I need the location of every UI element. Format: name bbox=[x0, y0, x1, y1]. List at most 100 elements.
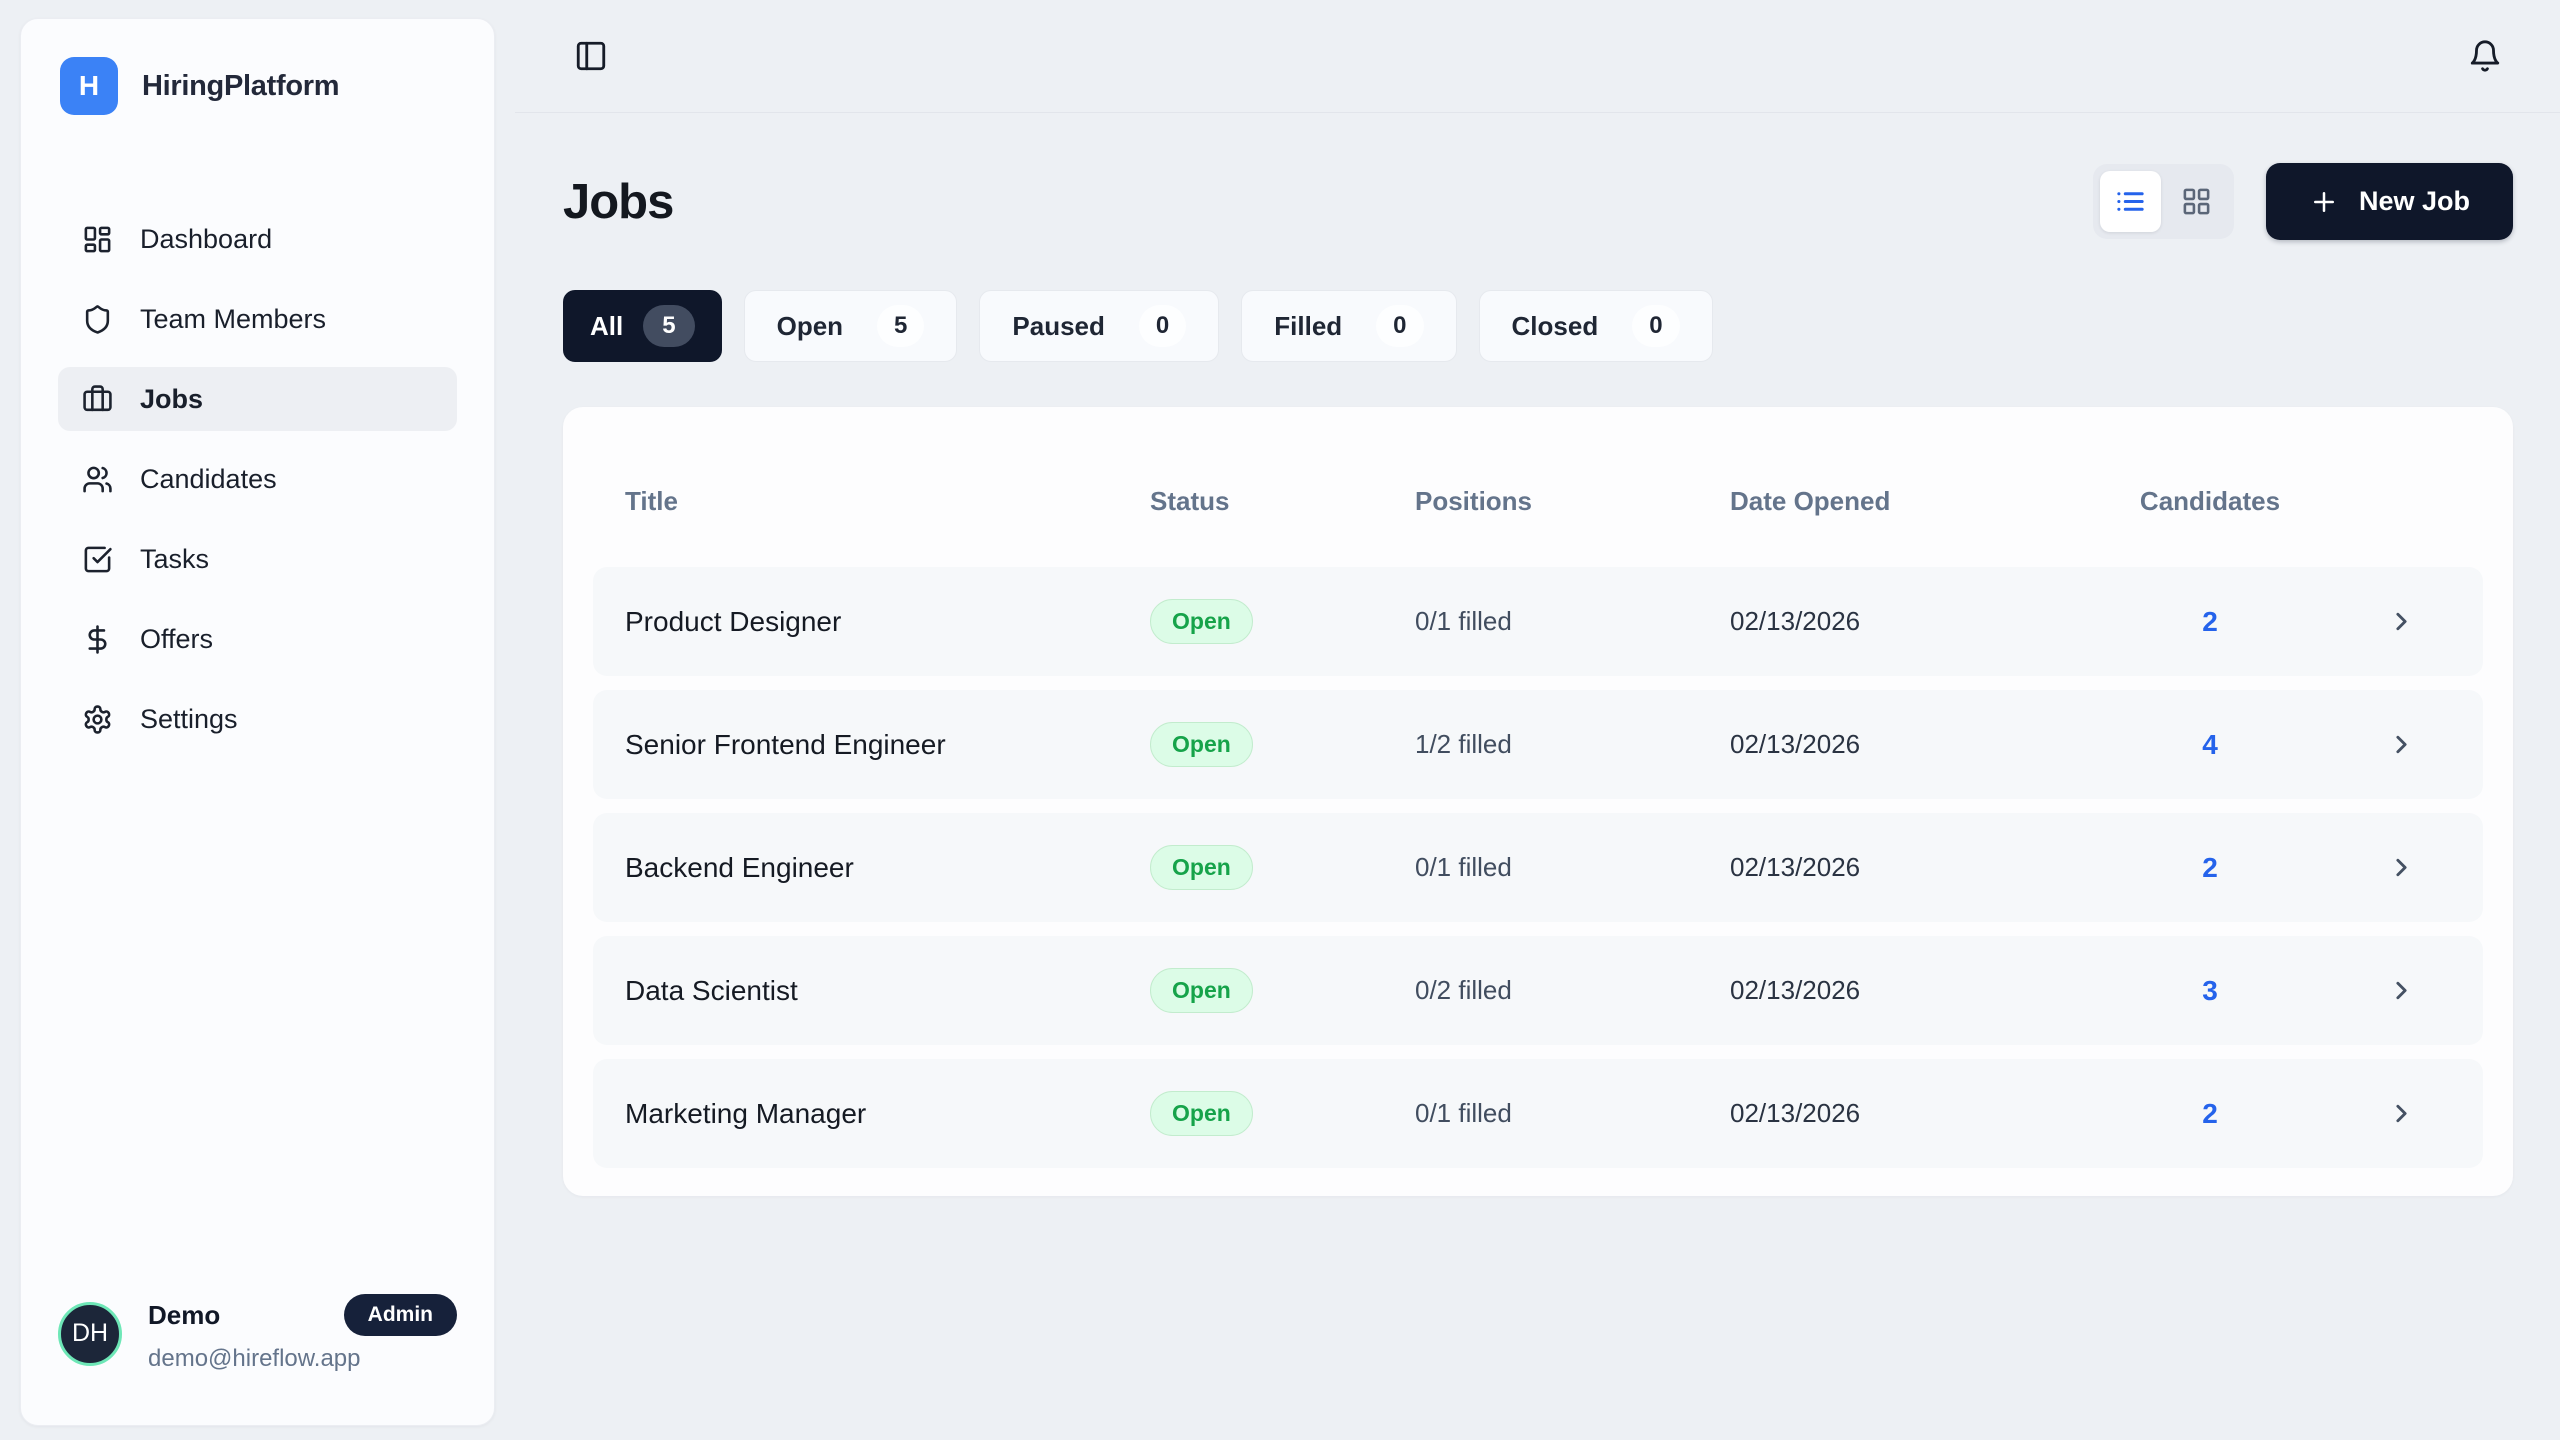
sidebar-item-dashboard[interactable]: Dashboard bbox=[58, 207, 457, 271]
column-header-date-opened: Date Opened bbox=[1720, 486, 2100, 517]
sidebar: H HiringPlatform Dashboard Team Members … bbox=[20, 18, 495, 1426]
job-title: Marketing Manager bbox=[593, 1098, 1130, 1130]
chevron-right-icon[interactable] bbox=[2387, 853, 2416, 882]
content: Jobs bbox=[515, 163, 2560, 1196]
filter-tab-label: All bbox=[590, 311, 623, 342]
new-job-label: New Job bbox=[2359, 186, 2470, 217]
filter-tab-label: Closed bbox=[1512, 311, 1599, 342]
filter-tab-count: 0 bbox=[1376, 305, 1423, 347]
new-job-button[interactable]: New Job bbox=[2266, 163, 2513, 240]
table-row[interactable]: Senior Frontend Engineer Open 1/2 filled… bbox=[593, 690, 2483, 799]
app-name: HiringPlatform bbox=[142, 70, 339, 103]
column-header-candidates: Candidates bbox=[2100, 486, 2320, 517]
role-badge: Admin bbox=[344, 1294, 457, 1336]
job-positions: 1/2 filled bbox=[1400, 729, 1720, 760]
job-positions: 0/1 filled bbox=[1400, 1098, 1720, 1129]
app-logo-letter: H bbox=[79, 70, 99, 102]
grid-view-button[interactable] bbox=[2166, 171, 2227, 232]
filter-tab-count: 5 bbox=[643, 305, 694, 347]
job-candidates-count[interactable]: 2 bbox=[2100, 1098, 2320, 1130]
sidebar-toggle-button[interactable] bbox=[574, 36, 614, 76]
job-candidates-count[interactable]: 4 bbox=[2100, 729, 2320, 761]
app-logo: H bbox=[60, 57, 118, 115]
page-title: Jobs bbox=[563, 174, 673, 230]
table-row[interactable]: Data Scientist Open 0/2 filled 02/13/202… bbox=[593, 936, 2483, 1045]
status-badge: Open bbox=[1150, 722, 1253, 767]
column-header-title: Title bbox=[593, 486, 1130, 517]
sidebar-item-label: Candidates bbox=[140, 464, 277, 495]
user-box[interactable]: DH Demo Admin demo@hireflow.app bbox=[58, 1294, 457, 1373]
avatar-initials: DH bbox=[72, 1319, 108, 1348]
sidebar-item-jobs[interactable]: Jobs bbox=[58, 367, 457, 431]
status-badge: Open bbox=[1150, 1091, 1253, 1136]
sidebar-item-team-members[interactable]: Team Members bbox=[58, 287, 457, 351]
job-positions: 0/1 filled bbox=[1400, 606, 1720, 637]
sidebar-item-label: Team Members bbox=[140, 304, 326, 335]
table-header-row: Title Status Positions Date Opened Candi… bbox=[593, 435, 2483, 567]
grid-icon bbox=[2181, 186, 2212, 217]
user-email: demo@hireflow.app bbox=[148, 1345, 457, 1373]
filter-tab-count: 5 bbox=[877, 305, 924, 347]
job-candidates-count[interactable]: 2 bbox=[2100, 606, 2320, 638]
dollar-icon bbox=[82, 624, 113, 655]
filter-tab-count: 0 bbox=[1632, 305, 1679, 347]
chevron-right-icon[interactable] bbox=[2387, 1099, 2416, 1128]
table-body: Product Designer Open 0/1 filled 02/13/2… bbox=[593, 567, 2483, 1168]
table-row[interactable]: Backend Engineer Open 0/1 filled 02/13/2… bbox=[593, 813, 2483, 922]
sidebar-item-offers[interactable]: Offers bbox=[58, 607, 457, 671]
user-meta: Demo Admin demo@hireflow.app bbox=[148, 1294, 457, 1373]
table-row[interactable]: Marketing Manager Open 0/1 filled 02/13/… bbox=[593, 1059, 2483, 1168]
filter-tab-label: Paused bbox=[1012, 311, 1105, 342]
filter-tab-filled[interactable]: Filled 0 bbox=[1241, 290, 1456, 362]
dashboard-icon bbox=[82, 224, 113, 255]
list-view-button[interactable] bbox=[2100, 171, 2161, 232]
job-positions: 0/1 filled bbox=[1400, 852, 1720, 883]
filter-tab-label: Open bbox=[777, 311, 843, 342]
sidebar-item-tasks[interactable]: Tasks bbox=[58, 527, 457, 591]
job-positions: 0/2 filled bbox=[1400, 975, 1720, 1006]
notifications-button[interactable] bbox=[2468, 36, 2508, 76]
filter-tab-count: 0 bbox=[1139, 305, 1186, 347]
filter-tab-open[interactable]: Open 5 bbox=[744, 290, 958, 362]
sidebar-item-label: Tasks bbox=[140, 544, 209, 575]
job-date-opened: 02/13/2026 bbox=[1720, 975, 2100, 1006]
view-toggle bbox=[2093, 164, 2234, 239]
users-icon bbox=[82, 464, 113, 495]
sidebar-item-label: Offers bbox=[140, 624, 213, 655]
column-header-status: Status bbox=[1130, 486, 1400, 517]
chevron-right-icon[interactable] bbox=[2387, 976, 2416, 1005]
plus-icon bbox=[2309, 187, 2339, 217]
sidebar-item-settings[interactable]: Settings bbox=[58, 687, 457, 751]
table-row[interactable]: Product Designer Open 0/1 filled 02/13/2… bbox=[593, 567, 2483, 676]
filter-tabs: All 5 Open 5 Paused 0 Filled 0 Closed 0 bbox=[563, 290, 2513, 362]
sidebar-item-candidates[interactable]: Candidates bbox=[58, 447, 457, 511]
filter-tab-paused[interactable]: Paused 0 bbox=[979, 290, 1219, 362]
panel-left-icon bbox=[574, 39, 614, 73]
filter-tab-all[interactable]: All 5 bbox=[563, 290, 722, 362]
jobs-table-card: Title Status Positions Date Opened Candi… bbox=[563, 407, 2513, 1196]
filter-tab-closed[interactable]: Closed 0 bbox=[1479, 290, 1713, 362]
job-candidates-count[interactable]: 3 bbox=[2100, 975, 2320, 1007]
status-badge: Open bbox=[1150, 599, 1253, 644]
check-square-icon bbox=[82, 544, 113, 575]
chevron-right-icon[interactable] bbox=[2387, 730, 2416, 759]
job-title: Senior Frontend Engineer bbox=[593, 729, 1130, 761]
list-icon bbox=[2115, 186, 2146, 217]
avatar: DH bbox=[58, 1302, 122, 1366]
main-area: Jobs bbox=[515, 0, 2560, 1440]
job-title: Backend Engineer bbox=[593, 852, 1130, 884]
job-date-opened: 02/13/2026 bbox=[1720, 606, 2100, 637]
chevron-right-icon[interactable] bbox=[2387, 607, 2416, 636]
job-date-opened: 02/13/2026 bbox=[1720, 729, 2100, 760]
sidebar-item-label: Jobs bbox=[140, 384, 203, 415]
job-title: Product Designer bbox=[593, 606, 1130, 638]
sidebar-item-label: Settings bbox=[140, 704, 238, 735]
user-name: Demo bbox=[148, 1300, 220, 1331]
job-candidates-count[interactable]: 2 bbox=[2100, 852, 2320, 884]
status-badge: Open bbox=[1150, 968, 1253, 1013]
sidebar-item-label: Dashboard bbox=[140, 224, 272, 255]
job-date-opened: 02/13/2026 bbox=[1720, 852, 2100, 883]
brand: H HiringPlatform bbox=[58, 57, 457, 115]
status-badge: Open bbox=[1150, 845, 1253, 890]
gear-icon bbox=[82, 704, 113, 735]
